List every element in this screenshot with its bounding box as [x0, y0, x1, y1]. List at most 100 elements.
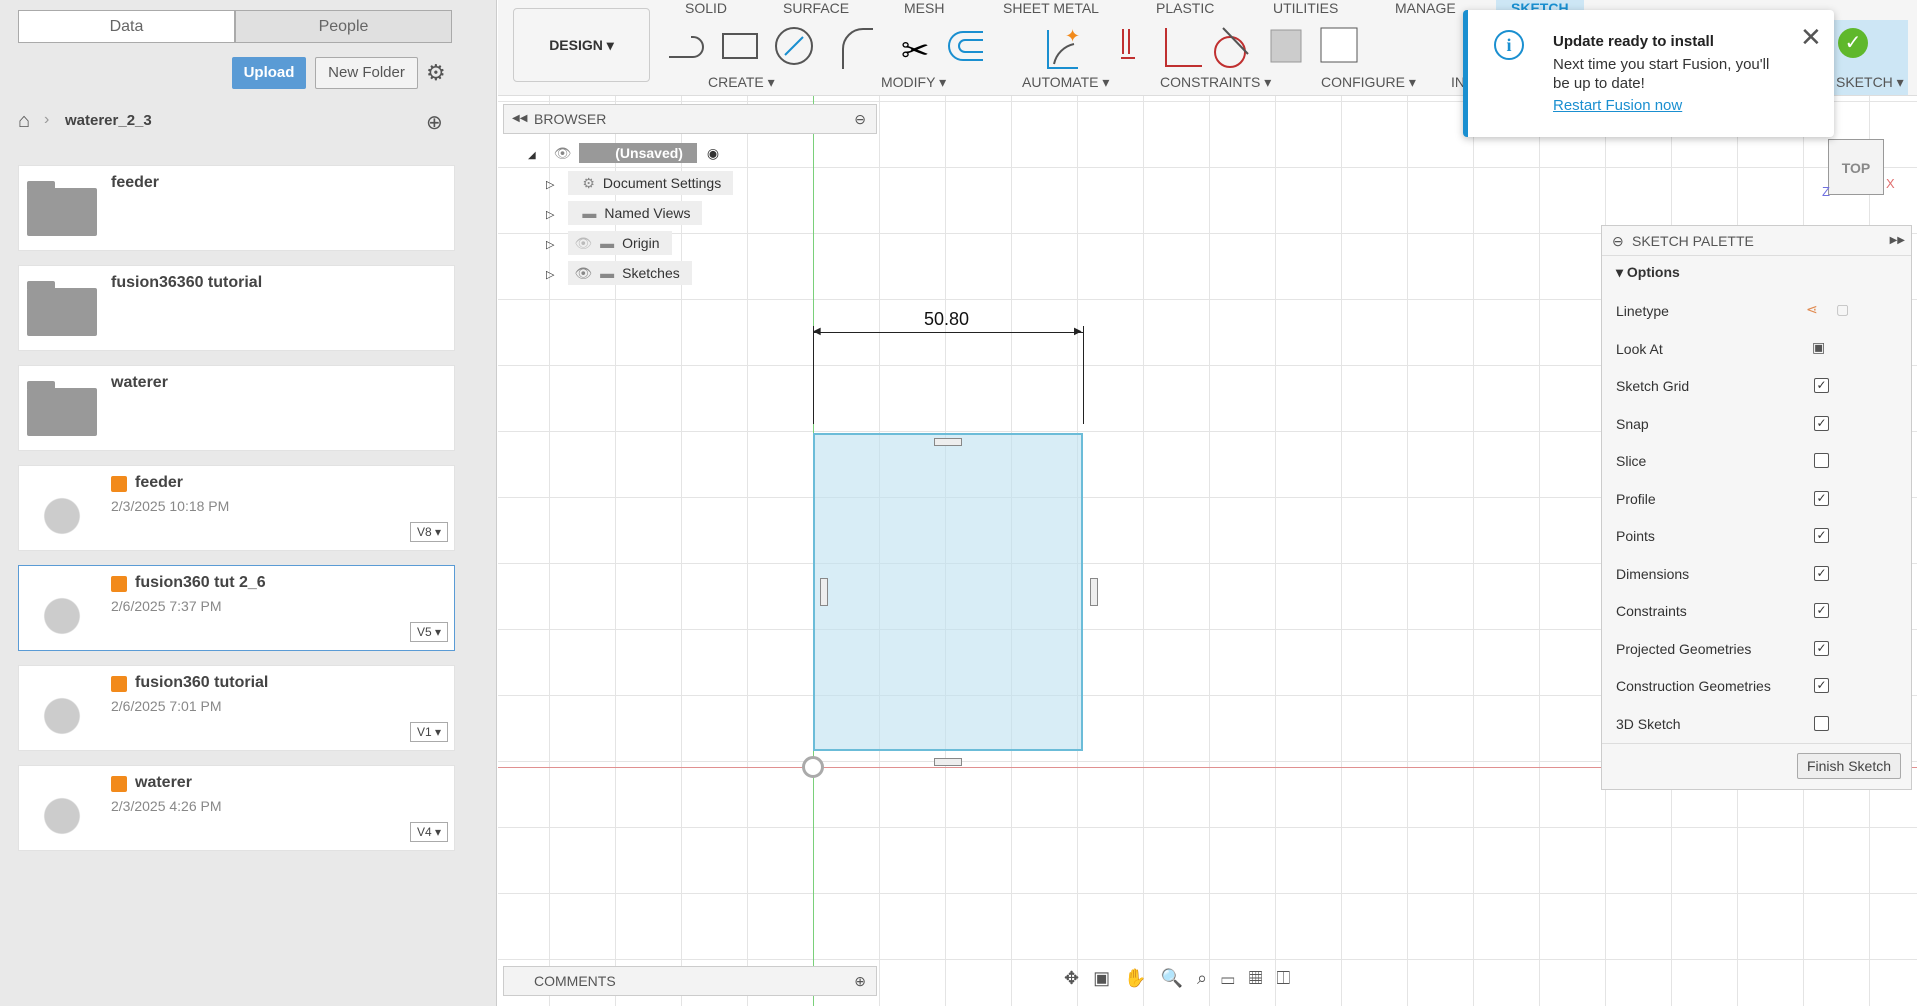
expand-icon[interactable]: ▷	[546, 269, 554, 281]
checkbox[interactable]: ✓	[1814, 678, 1829, 693]
grid-icon[interactable]: ▦	[1249, 968, 1277, 988]
options-label: Options	[1626, 264, 1680, 280]
tab-mesh[interactable]: MESH	[904, 0, 944, 16]
tab-plastic[interactable]: PLASTIC	[1156, 0, 1214, 16]
configure-menu[interactable]: CONFIGURE ▾	[1321, 74, 1416, 91]
collapse-icon[interactable]: ◀◀	[512, 105, 527, 133]
pan-icon[interactable]: ✋	[1124, 968, 1160, 988]
tab-data[interactable]: Data	[18, 10, 235, 43]
checkbox[interactable]: ✓	[1814, 640, 1829, 656]
palette-header[interactable]: ⊖ SKETCH PALETTE ▶▶	[1602, 226, 1911, 256]
checkbox[interactable]: ✓	[1814, 603, 1829, 618]
minimize-icon[interactable]: ⊖	[1612, 226, 1624, 256]
checkbox[interactable]: ✓	[1814, 378, 1829, 393]
tab-surface[interactable]: SURFACE	[783, 0, 849, 16]
item-date: 2/3/2025 10:18 PM	[111, 498, 230, 514]
eye-icon[interactable]: 👁	[574, 265, 592, 281]
design-thumbnail	[23, 574, 101, 644]
home-icon[interactable]: ⌂	[18, 110, 30, 133]
viewports-icon[interactable]: ◫	[1276, 968, 1304, 988]
sketch-rectangle[interactable]	[813, 433, 1083, 751]
expand-icon[interactable]: ▷	[546, 239, 554, 251]
globe-icon[interactable]: ⊕	[426, 110, 443, 135]
modify-menu[interactable]: MODIFY ▾	[881, 74, 946, 91]
tree-node[interactable]: ▷ ▬ Named Views	[546, 201, 703, 225]
design-item[interactable]: fusion360 tutorial 2/6/2025 7:01 PM V1 ▾	[18, 665, 455, 751]
gear-icon[interactable]: ⚙	[426, 60, 446, 86]
finish-sketch-button[interactable]: Finish Sketch	[1797, 753, 1901, 779]
tree-root[interactable]: ◢ 👁 (Unsaved) ◉	[528, 141, 719, 165]
comments-header[interactable]: COMMENTS ⊕	[503, 966, 877, 996]
look-at-icon[interactable]: ▣	[1812, 339, 1825, 356]
new-folder-button[interactable]: New Folder	[315, 57, 418, 89]
eye-icon[interactable]: 👁	[554, 145, 572, 161]
notification-title: Update ready to install	[1553, 33, 1714, 50]
row-label: Projected Geometries	[1616, 640, 1752, 657]
row-label: Profile	[1616, 490, 1656, 507]
canvas-viewport[interactable]: ◀ ▶ 50.80 ◀◀ BROWSER ⊖ ◢ 👁 (Unsaved) ◉ ▷…	[498, 96, 1917, 1006]
workspace-dropdown[interactable]: DESIGN ▾	[513, 8, 650, 82]
tab-manage[interactable]: MANAGE	[1395, 0, 1456, 16]
orbit-icon[interactable]: ✥	[1064, 968, 1093, 988]
tab-sheet-metal[interactable]: SHEET METAL	[1003, 0, 1099, 16]
eye-hidden-icon[interactable]: 👁	[574, 235, 592, 251]
version-dropdown[interactable]: V1 ▾	[410, 722, 448, 742]
display-settings-icon[interactable]: ▭	[1221, 968, 1249, 988]
item-name: waterer	[111, 374, 168, 391]
linetype-icon[interactable]: ⋖	[1806, 301, 1818, 318]
finish-sketch-menu[interactable]: SKETCH ▾	[1836, 74, 1904, 91]
checkbox[interactable]	[1814, 715, 1829, 731]
folder-item[interactable]: feeder	[18, 165, 455, 251]
automate-menu[interactable]: AUTOMATE ▾	[1022, 74, 1109, 91]
create-label: CREATE	[708, 74, 764, 90]
add-comment-icon[interactable]: ⊕	[854, 967, 866, 995]
create-menu[interactable]: CREATE ▾	[708, 74, 775, 91]
browser-header[interactable]: ◀◀ BROWSER ⊖	[503, 104, 877, 134]
zoom-window-icon[interactable]: ⌕	[1197, 968, 1221, 988]
expand-icon[interactable]: ◢	[528, 150, 536, 161]
folder-item[interactable]: waterer	[18, 365, 455, 451]
design-item[interactable]: feeder 2/3/2025 10:18 PM V8 ▾	[18, 465, 455, 551]
dimension-value[interactable]: 50.80	[924, 309, 969, 330]
tab-people[interactable]: People	[235, 10, 452, 43]
expand-icon[interactable]: ▷	[546, 209, 554, 221]
automate-label: AUTOMATE	[1022, 74, 1099, 90]
checkbox[interactable]: ✓	[1814, 565, 1829, 581]
design-item[interactable]: waterer 2/3/2025 4:26 PM V4 ▾	[18, 765, 455, 851]
upload-button[interactable]: Upload	[232, 57, 306, 89]
version-dropdown[interactable]: V5 ▾	[410, 622, 448, 642]
expand-icon[interactable]: ▷	[546, 179, 554, 191]
checkbox[interactable]: ✓	[1814, 528, 1829, 543]
construction-icon[interactable]: ▢	[1836, 301, 1849, 318]
constraints-label: CONSTRAINTS	[1160, 74, 1261, 90]
restart-link[interactable]: Restart Fusion now	[1553, 97, 1682, 114]
look-at-icon[interactable]: ▣	[1093, 968, 1124, 988]
folder-item[interactable]: fusion36360 tutorial	[18, 265, 455, 351]
checkbox[interactable]: ✓	[1814, 490, 1829, 506]
viewcube[interactable]: TOP	[1828, 139, 1884, 195]
breadcrumb[interactable]: waterer_2_3	[65, 112, 152, 129]
folder-icon	[27, 381, 97, 436]
checkbox[interactable]	[1814, 453, 1829, 468]
tree-node[interactable]: ▷ 👁 ▬ Sketches	[546, 261, 692, 285]
version-dropdown[interactable]: V8 ▾	[410, 522, 448, 542]
options-section[interactable]: ▾ Options	[1616, 264, 1680, 281]
tab-solid[interactable]: SOLID	[685, 0, 727, 16]
checkbox[interactable]: ✓	[1814, 415, 1829, 431]
zoom-icon[interactable]: 🔍	[1161, 968, 1197, 988]
close-icon[interactable]: ✕	[1800, 22, 1822, 53]
radio-icon[interactable]: ◉	[707, 145, 719, 161]
item-name: feeder	[135, 474, 184, 491]
tree-node[interactable]: ▷ 👁 ▬ Origin	[546, 231, 672, 255]
design-item[interactable]: fusion360 tut 2_6 2/6/2025 7:37 PM V5 ▾	[18, 565, 455, 651]
expand-icon[interactable]: ▶▶	[1890, 226, 1905, 256]
minimize-icon[interactable]: ⊖	[854, 105, 866, 133]
tab-utilities[interactable]: UTILITIES	[1273, 0, 1338, 16]
row-label: Dimensions	[1616, 565, 1690, 582]
tree-node[interactable]: ▷ ⚙ Document Settings	[546, 171, 734, 195]
palette-row: Profile ✓	[1616, 490, 1906, 507]
version-dropdown[interactable]: V4 ▾	[410, 822, 448, 842]
navigation-toolbar[interactable]: ✥▣✋🔍⌕▭▦◫	[1064, 968, 1304, 989]
constraints-menu[interactable]: CONSTRAINTS ▾	[1160, 74, 1271, 91]
origin-point[interactable]	[802, 756, 824, 778]
